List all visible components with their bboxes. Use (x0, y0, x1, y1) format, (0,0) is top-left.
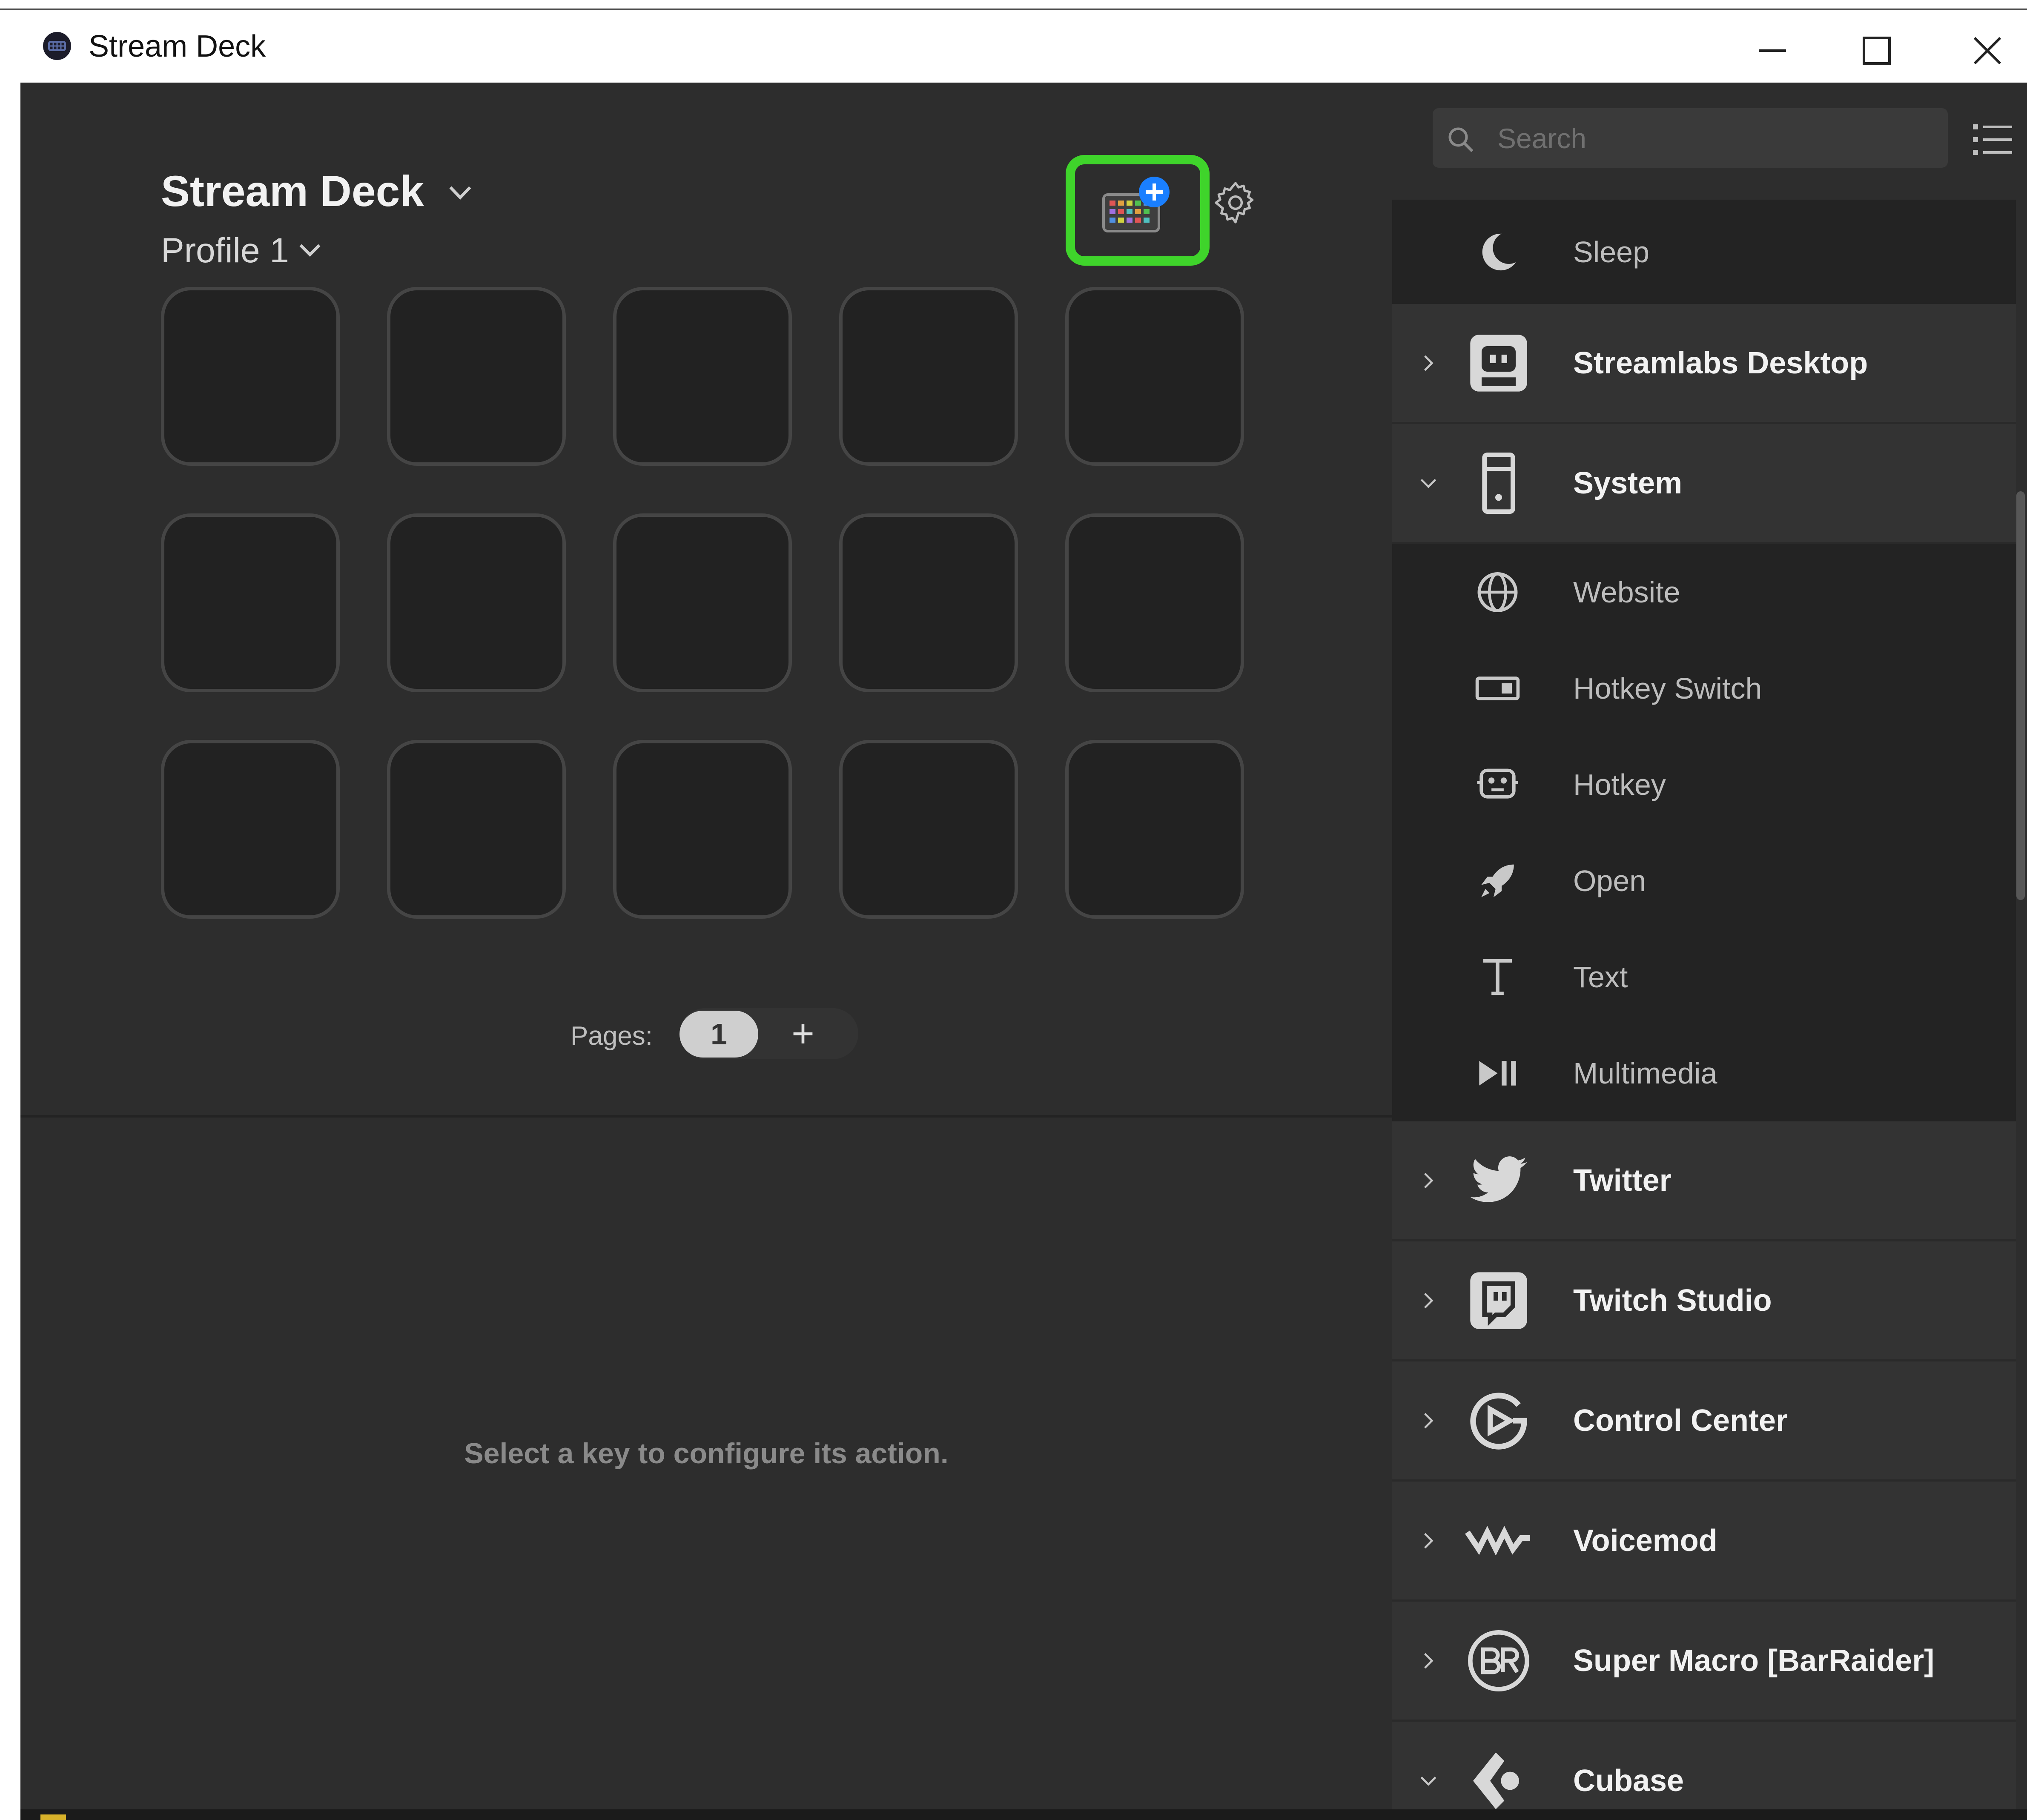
key-canvas-area: Stream Deck Profile 1 Pages: 1 + (20, 83, 1392, 1115)
window-title: Stream Deck (89, 29, 266, 63)
hotkey-robot-icon (1477, 768, 1518, 799)
twitter-bird-icon (1470, 1156, 1527, 1202)
key-slot[interactable] (1065, 513, 1244, 692)
rocket-icon (1481, 864, 1514, 897)
taskbar-item (40, 1814, 66, 1820)
action-label: Hotkey (1573, 768, 1666, 801)
key-slot[interactable] (387, 287, 566, 466)
minimize-button[interactable] (1723, 19, 1821, 83)
category-control-center[interactable]: Control Center (1392, 1361, 2016, 1482)
sidebar-scrollbar[interactable] (2016, 491, 2025, 900)
chevron-right-icon (1424, 1172, 1434, 1188)
minimize-icon (1759, 49, 1786, 52)
stream-deck-window: Stream Deck Stream Deck Profile 1 Pages:… (20, 10, 2027, 1820)
key-slot[interactable] (161, 513, 340, 692)
action-item-website[interactable]: Website (1392, 544, 2016, 640)
category-label: Streamlabs Desktop (1573, 346, 1868, 380)
action-item-hotkey[interactable]: Hotkey (1392, 737, 2016, 833)
close-icon (1973, 37, 2001, 65)
streamlabs-obs-icon (1470, 334, 1527, 392)
hotkey-switch-icon (1475, 676, 1520, 700)
category-twitter[interactable]: Twitter (1392, 1121, 2016, 1241)
page-button-1[interactable]: 1 (679, 1011, 758, 1058)
key-slot[interactable] (161, 740, 340, 919)
twitch-studio-icon (1470, 1272, 1527, 1329)
chevron-down-icon (1420, 479, 1436, 488)
key-slot[interactable] (839, 287, 1018, 466)
action-item-text[interactable]: Text (1392, 929, 2016, 1025)
category-system[interactable]: System (1392, 424, 2016, 544)
action-label: Multimedia (1573, 1057, 1717, 1090)
key-slot[interactable] (839, 740, 1018, 919)
action-item-multimedia[interactable]: Multimedia (1392, 1025, 2016, 1121)
play-pause-icon (1479, 1061, 1516, 1086)
category-label: System (1573, 466, 1683, 500)
close-button[interactable] (1938, 19, 2027, 83)
profile-selector[interactable]: Profile 1 (161, 227, 289, 274)
action-label: Hotkey Switch (1573, 672, 1762, 705)
chevron-down-icon[interactable] (296, 238, 324, 262)
action-label: Website (1573, 576, 1680, 609)
title-bar[interactable]: Stream Deck (20, 10, 2027, 83)
key-slot[interactable] (1065, 287, 1244, 466)
category-label: Control Center (1573, 1403, 1788, 1438)
category-label: Super Macro [BarRaider] (1573, 1643, 1935, 1678)
key-slot[interactable] (839, 513, 1018, 692)
moon-icon (1482, 233, 1516, 270)
action-item-open[interactable]: Open (1392, 833, 2016, 929)
category-voicemod[interactable]: Voicemod (1392, 1482, 2016, 1602)
action-label: Text (1573, 960, 1628, 994)
chevron-right-icon (1424, 1653, 1434, 1668)
voicemod-icon (1465, 1525, 1530, 1556)
text-t-icon (1483, 959, 1512, 995)
category-label: Twitch Studio (1573, 1283, 1772, 1318)
chevron-right-icon (1424, 1413, 1434, 1428)
chevron-right-icon (1424, 1293, 1434, 1308)
chevron-down-icon[interactable] (445, 180, 475, 205)
category-label: Cubase (1573, 1763, 1684, 1798)
stream-deck-app-icon (43, 32, 71, 60)
chevron-right-icon (1424, 1533, 1434, 1548)
action-item-sleep[interactable]: Sleep (1392, 200, 2016, 304)
pages-label: Pages: (571, 1021, 653, 1051)
list-view-icon[interactable] (1971, 121, 2014, 159)
key-slot[interactable] (387, 740, 566, 919)
empty-config-message: Select a key to configure its action. (464, 1437, 949, 1470)
actions-list: Sleep Streamlabs Desktop System Website … (1392, 200, 2016, 1820)
gear-icon[interactable] (1213, 180, 1259, 226)
category-cubase[interactable]: Cubase (1392, 1722, 2016, 1820)
key-slot[interactable] (387, 513, 566, 692)
device-selector[interactable]: Stream Deck (161, 163, 424, 219)
category-label: Twitter (1573, 1163, 1671, 1198)
key-slot[interactable] (161, 287, 340, 466)
key-slot[interactable] (613, 740, 792, 919)
computer-tower-icon (1482, 452, 1515, 514)
key-grid (161, 287, 1244, 919)
category-streamlabs-desktop[interactable]: Streamlabs Desktop (1392, 304, 2016, 424)
add-page-button[interactable]: + (775, 1010, 831, 1058)
search-icon (1448, 127, 1474, 152)
maximize-icon (1863, 37, 1891, 65)
key-slot[interactable] (613, 287, 792, 466)
control-center-icon (1470, 1392, 1527, 1450)
action-item-hotkey-switch[interactable]: Hotkey Switch (1392, 640, 2016, 737)
chevron-down-icon (1420, 1776, 1436, 1786)
category-super-macro[interactable]: Super Macro [BarRaider] (1392, 1602, 2016, 1722)
screen-top-edge (0, 0, 2027, 10)
actions-sidebar: Sleep Streamlabs Desktop System Website … (1392, 83, 2027, 1820)
maximize-button[interactable] (1828, 19, 1926, 83)
add-device-keyboard-icon[interactable] (1101, 174, 1175, 238)
key-slot[interactable] (1065, 740, 1244, 919)
globe-icon (1477, 572, 1518, 612)
search-input[interactable] (1497, 112, 1932, 164)
barraider-icon (1468, 1630, 1529, 1691)
key-slot[interactable] (613, 513, 792, 692)
cubase-icon (1473, 1752, 1519, 1809)
category-twitch-studio[interactable]: Twitch Studio (1392, 1241, 2016, 1361)
taskbar-edge (20, 1809, 2027, 1820)
chevron-right-icon (1424, 355, 1434, 371)
action-label: Sleep (1573, 235, 1650, 269)
action-label: Open (1573, 864, 1646, 897)
category-label: Voicemod (1573, 1523, 1717, 1558)
